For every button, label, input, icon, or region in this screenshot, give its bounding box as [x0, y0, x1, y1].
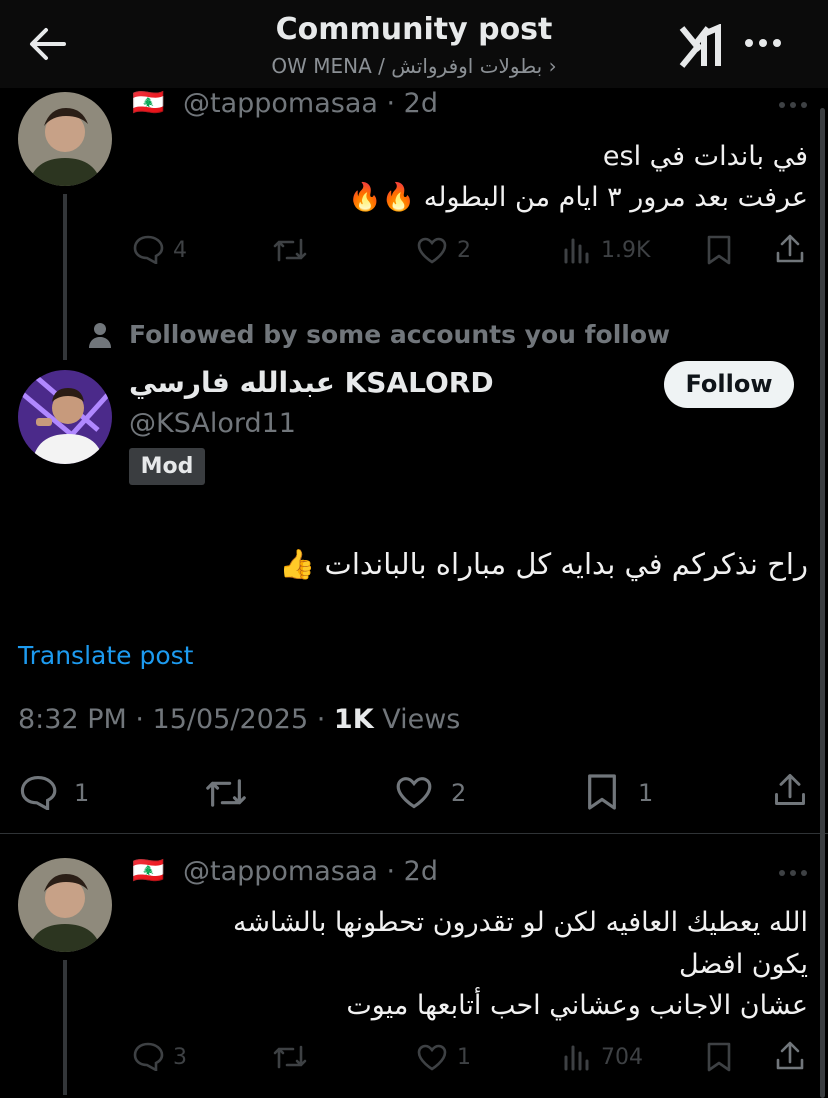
- repost-icon[interactable]: [272, 236, 308, 264]
- reply-icon[interactable]: [132, 234, 164, 264]
- share-icon[interactable]: [774, 233, 806, 265]
- views-label: Views: [373, 704, 461, 735]
- grok-icon[interactable]: [678, 24, 724, 70]
- bookmark-icon[interactable]: [706, 234, 732, 266]
- views-icon[interactable]: [562, 1043, 590, 1071]
- translate-link[interactable]: Translate post: [18, 641, 193, 670]
- bookmark-icon[interactable]: [706, 1041, 732, 1073]
- post-text-line: عرفت بعد مرور ٣ ايام من البطوله 🔥🔥: [347, 182, 808, 213]
- reply-count: 1: [74, 779, 90, 807]
- bookmark-count: 1: [638, 779, 654, 807]
- mod-badge: Mod: [129, 448, 205, 485]
- post-text-line: عشان الاجانب وعشاني احب أتابعها ميوت: [346, 990, 808, 1021]
- more-options-icon[interactable]: [744, 38, 784, 48]
- person-icon: [88, 322, 112, 348]
- scrollbar-thumb[interactable]: [820, 108, 825, 1098]
- avatar[interactable]: [18, 370, 112, 464]
- post-handle[interactable]: @tappomasaa · 2d: [183, 856, 438, 887]
- post-more-icon[interactable]: [778, 869, 808, 877]
- avatar[interactable]: [18, 92, 112, 186]
- like-count: 2: [451, 779, 467, 807]
- share-icon[interactable]: [772, 772, 808, 808]
- reply-count: 3: [173, 1045, 187, 1070]
- post-text-line: في باندات في esl: [602, 141, 808, 172]
- views-count: 704: [601, 1045, 643, 1070]
- flag-icon: 🇱🇧: [132, 856, 165, 886]
- follow-button[interactable]: Follow: [664, 361, 794, 408]
- reply-icon[interactable]: [18, 774, 58, 810]
- thread-line: [63, 194, 67, 360]
- flag-icon: 🇱🇧: [132, 88, 165, 118]
- bookmark-icon[interactable]: [586, 772, 618, 812]
- reply-count: 4: [173, 238, 187, 263]
- like-icon[interactable]: [394, 775, 434, 809]
- post-text-line: يكون افضل: [678, 949, 808, 980]
- thread-line: [63, 960, 67, 1095]
- repost-icon[interactable]: [272, 1043, 308, 1071]
- like-icon[interactable]: [416, 1043, 448, 1071]
- views-count: 1K: [333, 704, 374, 735]
- post-handle[interactable]: @tappomasaa · 2d: [183, 88, 438, 119]
- divider: [0, 833, 828, 834]
- post-text-line: الله يعطيك العافيه لكن لو تقدرون تحطونها…: [232, 907, 808, 938]
- post-meta: 8:32 PM · 15/05/2025 · 1K Views: [18, 704, 460, 735]
- like-count: 1: [457, 1045, 471, 1070]
- post-text: راح نذكركم في بدايه كل مباراه بالباندات …: [279, 547, 808, 581]
- post-timestamp: 8:32 PM · 15/05/2025 ·: [18, 704, 334, 735]
- like-count: 2: [457, 238, 471, 263]
- like-icon[interactable]: [416, 236, 448, 264]
- reply-icon[interactable]: [132, 1041, 164, 1071]
- views-count: 1.9K: [601, 238, 651, 263]
- user-handle[interactable]: @KSAlord11: [129, 408, 296, 439]
- avatar[interactable]: [18, 858, 112, 952]
- repost-icon[interactable]: [204, 776, 248, 810]
- views-icon[interactable]: [562, 236, 590, 264]
- post-more-icon[interactable]: [778, 101, 808, 109]
- share-icon[interactable]: [774, 1040, 806, 1072]
- display-name[interactable]: عبدالله فارسي KSALORD: [129, 366, 494, 399]
- social-context: Followed by some accounts you follow: [129, 320, 671, 349]
